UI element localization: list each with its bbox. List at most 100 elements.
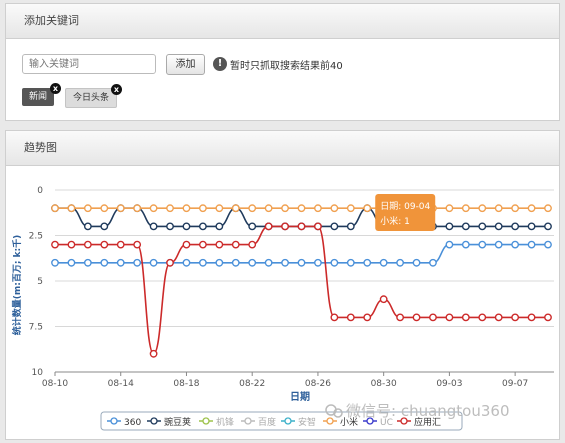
chart-axes: 0 2.5 5 7.5 1008-10 08-14 08-18 08-22 08-26 08-30…	[29, 186, 554, 389]
data-point	[83, 204, 92, 213]
data-point	[264, 204, 273, 213]
data-point	[346, 204, 355, 213]
data-point	[231, 240, 240, 249]
legend-label: 360	[124, 418, 141, 428]
data-point	[396, 313, 404, 322]
x-axis-label: 日期	[290, 390, 310, 403]
x-tick-label: 09-07	[502, 379, 528, 389]
data-point	[445, 204, 454, 213]
data-point	[297, 204, 306, 213]
data-point	[248, 258, 257, 267]
legend-swatch-marker	[284, 417, 292, 425]
data-point	[116, 204, 125, 213]
data-point	[182, 204, 191, 213]
legend-swatch-marker	[244, 417, 252, 425]
chart-grid	[55, 189, 554, 373]
legend-swatch-marker	[150, 417, 158, 425]
data-point	[494, 204, 503, 213]
data-point	[461, 313, 470, 322]
data-point	[149, 349, 158, 358]
data-point	[478, 240, 487, 249]
data-point	[116, 258, 125, 267]
data-point	[248, 240, 257, 249]
data-point	[133, 240, 142, 249]
legend-label: 百度	[258, 416, 276, 428]
data-point	[116, 240, 125, 249]
data-point	[198, 240, 207, 249]
data-point	[527, 204, 536, 213]
data-point	[429, 313, 437, 322]
data-point	[445, 313, 454, 322]
data-point	[461, 222, 470, 231]
data-point	[297, 222, 306, 231]
data-point	[527, 313, 536, 322]
series-小米	[51, 204, 552, 213]
data-point	[396, 258, 404, 267]
data-point	[412, 258, 421, 267]
data-point	[330, 313, 339, 322]
data-point	[215, 240, 224, 249]
data-point	[478, 313, 487, 322]
data-point	[544, 204, 552, 213]
data-point	[67, 204, 76, 213]
y-tick-label: 2.5	[29, 232, 43, 242]
data-point	[198, 222, 207, 231]
data-point	[314, 204, 322, 213]
data-point	[379, 295, 388, 304]
data-point	[511, 204, 520, 213]
data-point	[461, 240, 470, 249]
y-axis-label: 统计数量(m:百万; k:千)	[11, 235, 23, 336]
series-应用汇	[51, 222, 552, 358]
data-point	[231, 204, 240, 213]
legend-swatch-marker	[326, 417, 334, 425]
chart-tooltip: 日期: 09-04 小米: 1	[375, 194, 436, 231]
tooltip-value: 小米: 1	[380, 215, 410, 227]
data-point	[429, 258, 437, 267]
data-point	[511, 222, 520, 231]
data-point	[346, 313, 355, 322]
data-point	[67, 240, 76, 249]
data-point	[100, 204, 109, 213]
data-point	[264, 258, 273, 267]
x-tick-label: 08-30	[371, 379, 397, 389]
data-point	[133, 258, 142, 267]
data-point	[83, 258, 92, 267]
data-point	[363, 258, 372, 267]
data-point	[149, 222, 158, 231]
data-point	[51, 258, 59, 267]
data-point	[51, 204, 59, 213]
watermark: 微信号: chuangtou360	[325, 402, 510, 420]
data-point	[494, 222, 503, 231]
data-point	[83, 222, 92, 231]
data-point	[281, 222, 289, 231]
data-point	[264, 222, 273, 231]
x-tick-label: 08-26	[305, 379, 331, 389]
data-point	[149, 204, 158, 213]
data-point	[248, 222, 257, 231]
data-point	[166, 258, 174, 267]
legend-label: 机锋	[216, 416, 234, 428]
data-point	[182, 222, 191, 231]
data-point	[544, 313, 552, 322]
data-point	[461, 204, 470, 213]
trend-chart: 0 2.5 5 7.5 1008-10 08-14 08-18 08-22 08-26 08-30…	[11, 186, 554, 431]
data-point	[281, 258, 289, 267]
data-point	[412, 313, 421, 322]
legend-swatch-marker	[110, 417, 118, 425]
data-point	[527, 240, 536, 249]
data-point	[231, 258, 240, 267]
legend-label: 豌豆荚	[164, 416, 191, 428]
data-point	[166, 204, 174, 213]
data-point	[511, 240, 520, 249]
data-point	[330, 222, 339, 231]
data-point	[100, 240, 109, 249]
y-tick-label: 10	[32, 368, 44, 378]
data-point	[198, 258, 207, 267]
data-point	[511, 313, 520, 322]
watermark-text: 微信号: chuangtou360	[346, 402, 510, 420]
y-tick-label: 5	[37, 277, 43, 287]
x-tick-label: 08-22	[239, 379, 265, 389]
x-tick-label: 08-14	[108, 379, 134, 389]
data-point	[215, 204, 224, 213]
data-point	[346, 222, 355, 231]
